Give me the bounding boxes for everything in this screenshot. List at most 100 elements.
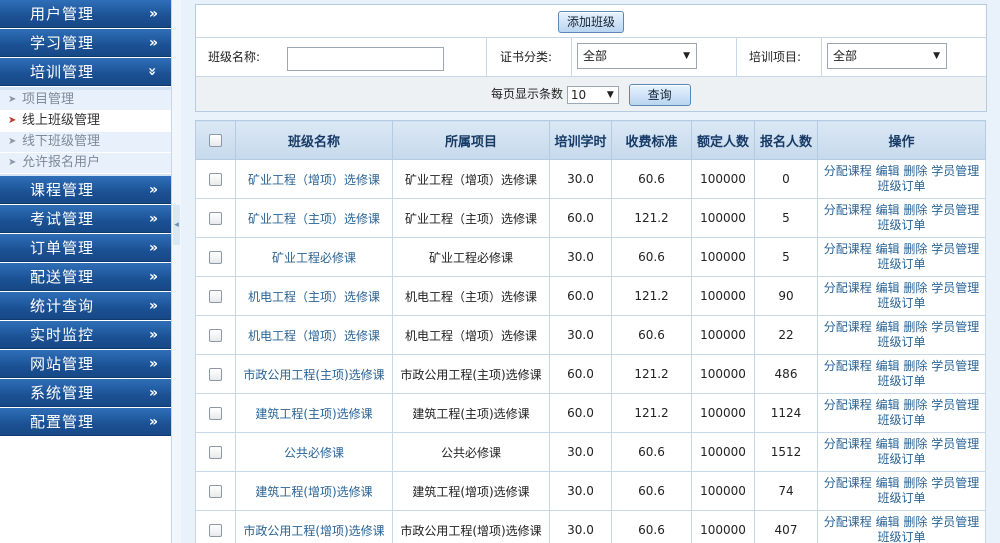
class-orders-link[interactable]: 班级订单 (877, 413, 925, 427)
student-manage-link[interactable]: 学员管理 (931, 359, 979, 373)
edit-link[interactable]: 编辑 (876, 476, 900, 490)
delete-link[interactable]: 删除 (903, 476, 927, 490)
menu-bottom_menus-5[interactable]: 实时监控 » (0, 321, 171, 349)
submenu-item-0[interactable]: ➤ 项目管理 (0, 90, 171, 111)
class-name-link[interactable]: 公共必修课 (284, 446, 344, 460)
menu-bottom_menus-7[interactable]: 系统管理 » (0, 379, 171, 407)
menu-top_menus-1[interactable]: 学习管理 » (0, 29, 171, 57)
class-orders-link[interactable]: 班级订单 (877, 335, 925, 349)
class-name-link[interactable]: 建筑工程(增项)选修课 (255, 485, 372, 499)
menu-bottom_menus-8[interactable]: 配置管理 » (0, 408, 171, 436)
delete-link[interactable]: 删除 (903, 320, 927, 334)
menu-top_menus-2[interactable]: 培训管理 » (0, 58, 171, 86)
student-manage-link[interactable]: 学员管理 (931, 476, 979, 490)
select-all-checkbox[interactable] (209, 133, 222, 147)
row-checkbox[interactable] (209, 329, 222, 342)
class-orders-link[interactable]: 班级订单 (877, 218, 925, 232)
assign-course-link[interactable]: 分配课程 (824, 437, 872, 451)
class-name-input[interactable] (287, 47, 444, 71)
menu-bottom_menus-0[interactable]: 课程管理 » (0, 176, 171, 204)
assign-course-link[interactable]: 分配课程 (824, 242, 872, 256)
class-name-link[interactable]: 矿业工程（增项）选修课 (248, 173, 380, 187)
training-project-select[interactable]: 全部 ▼ (827, 43, 947, 69)
cert-category-select[interactable]: 全部 ▼ (577, 43, 697, 69)
assign-course-link[interactable]: 分配课程 (824, 281, 872, 295)
submenu-item-1[interactable]: ➤ 线上班级管理 (0, 111, 171, 132)
row-checkbox[interactable] (209, 407, 222, 420)
student-manage-link[interactable]: 学员管理 (931, 320, 979, 334)
row-checkbox[interactable] (209, 251, 222, 264)
edit-link[interactable]: 编辑 (876, 398, 900, 412)
class-orders-link[interactable]: 班级订单 (877, 257, 925, 271)
edit-link[interactable]: 编辑 (876, 281, 900, 295)
edit-link[interactable]: 编辑 (876, 515, 900, 529)
query-button[interactable]: 查询 (628, 83, 691, 106)
quota-cell: 100000 (691, 393, 755, 433)
submenu-item-2[interactable]: ➤ 线下班级管理 (0, 132, 171, 153)
student-manage-link[interactable]: 学员管理 (931, 515, 979, 529)
assign-course-link[interactable]: 分配课程 (824, 398, 872, 412)
student-manage-link[interactable]: 学员管理 (931, 164, 979, 178)
delete-link[interactable]: 删除 (903, 437, 927, 451)
delete-link[interactable]: 删除 (903, 398, 927, 412)
class-orders-link[interactable]: 班级订单 (877, 179, 925, 193)
row-checkbox[interactable] (209, 368, 222, 381)
row-checkbox[interactable] (209, 212, 222, 225)
delete-link[interactable]: 删除 (903, 281, 927, 295)
row-checkbox[interactable] (209, 446, 222, 459)
delete-link[interactable]: 删除 (903, 164, 927, 178)
submenu-item-3[interactable]: ➤ 允许报名用户 (0, 153, 171, 174)
assign-course-link[interactable]: 分配课程 (824, 320, 872, 334)
menu-top_menus-0[interactable]: 用户管理 » (0, 0, 171, 28)
assign-course-link[interactable]: 分配课程 (824, 164, 872, 178)
class-orders-link[interactable]: 班级订单 (877, 530, 925, 543)
edit-link[interactable]: 编辑 (876, 320, 900, 334)
menu-bottom_menus-6[interactable]: 网站管理 » (0, 350, 171, 378)
assign-course-link[interactable]: 分配课程 (824, 359, 872, 373)
menu-label: 统计查询 (30, 297, 95, 315)
row-checkbox[interactable] (209, 173, 222, 186)
student-manage-link[interactable]: 学员管理 (931, 281, 979, 295)
delete-link[interactable]: 删除 (903, 242, 927, 256)
assign-course-link[interactable]: 分配课程 (824, 515, 872, 529)
collapse-arrow-icon[interactable]: ◂ (173, 205, 180, 245)
edit-link[interactable]: 编辑 (876, 164, 900, 178)
class-name-link[interactable]: 市政公用工程(增项)选修课 (243, 524, 384, 538)
student-manage-link[interactable]: 学员管理 (931, 203, 979, 217)
edit-link[interactable]: 编辑 (876, 437, 900, 451)
menu-label: 配置管理 (30, 413, 95, 431)
row-checkbox[interactable] (209, 290, 222, 303)
class-name-link[interactable]: 机电工程（增项）选修课 (248, 329, 380, 343)
chevron-right-icon: » (148, 298, 159, 314)
menu-bottom_menus-4[interactable]: 统计查询 » (0, 292, 171, 320)
delete-link[interactable]: 删除 (903, 203, 927, 217)
row-checkbox[interactable] (209, 485, 222, 498)
per-page-select[interactable]: 10 ▼ (566, 85, 619, 104)
class-orders-link[interactable]: 班级订单 (877, 452, 925, 466)
assign-course-link[interactable]: 分配课程 (824, 476, 872, 490)
edit-link[interactable]: 编辑 (876, 242, 900, 256)
class-orders-link[interactable]: 班级订单 (877, 374, 925, 388)
class-name-link[interactable]: 矿业工程（主项）选修课 (248, 212, 380, 226)
chevron-down-icon: » (143, 66, 160, 78)
menu-bottom_menus-3[interactable]: 配送管理 » (0, 263, 171, 291)
chevron-right-icon: » (148, 35, 159, 51)
menu-bottom_menus-1[interactable]: 考试管理 » (0, 205, 171, 233)
student-manage-link[interactable]: 学员管理 (931, 398, 979, 412)
class-name-link[interactable]: 矿业工程必修课 (272, 251, 356, 265)
add-class-button[interactable]: 添加班级 (557, 11, 624, 33)
delete-link[interactable]: 删除 (903, 515, 927, 529)
class-name-link[interactable]: 建筑工程(主项)选修课 (255, 407, 372, 421)
row-checkbox[interactable] (209, 524, 222, 537)
class-name-link[interactable]: 机电工程（主项）选修课 (248, 290, 380, 304)
edit-link[interactable]: 编辑 (876, 359, 900, 373)
class-orders-link[interactable]: 班级订单 (877, 296, 925, 310)
edit-link[interactable]: 编辑 (876, 203, 900, 217)
class-name-link[interactable]: 市政公用工程(主项)选修课 (243, 368, 384, 382)
class-orders-link[interactable]: 班级订单 (877, 491, 925, 505)
student-manage-link[interactable]: 学员管理 (931, 242, 979, 256)
student-manage-link[interactable]: 学员管理 (931, 437, 979, 451)
delete-link[interactable]: 删除 (903, 359, 927, 373)
menu-bottom_menus-2[interactable]: 订单管理 » (0, 234, 171, 262)
assign-course-link[interactable]: 分配课程 (824, 203, 872, 217)
